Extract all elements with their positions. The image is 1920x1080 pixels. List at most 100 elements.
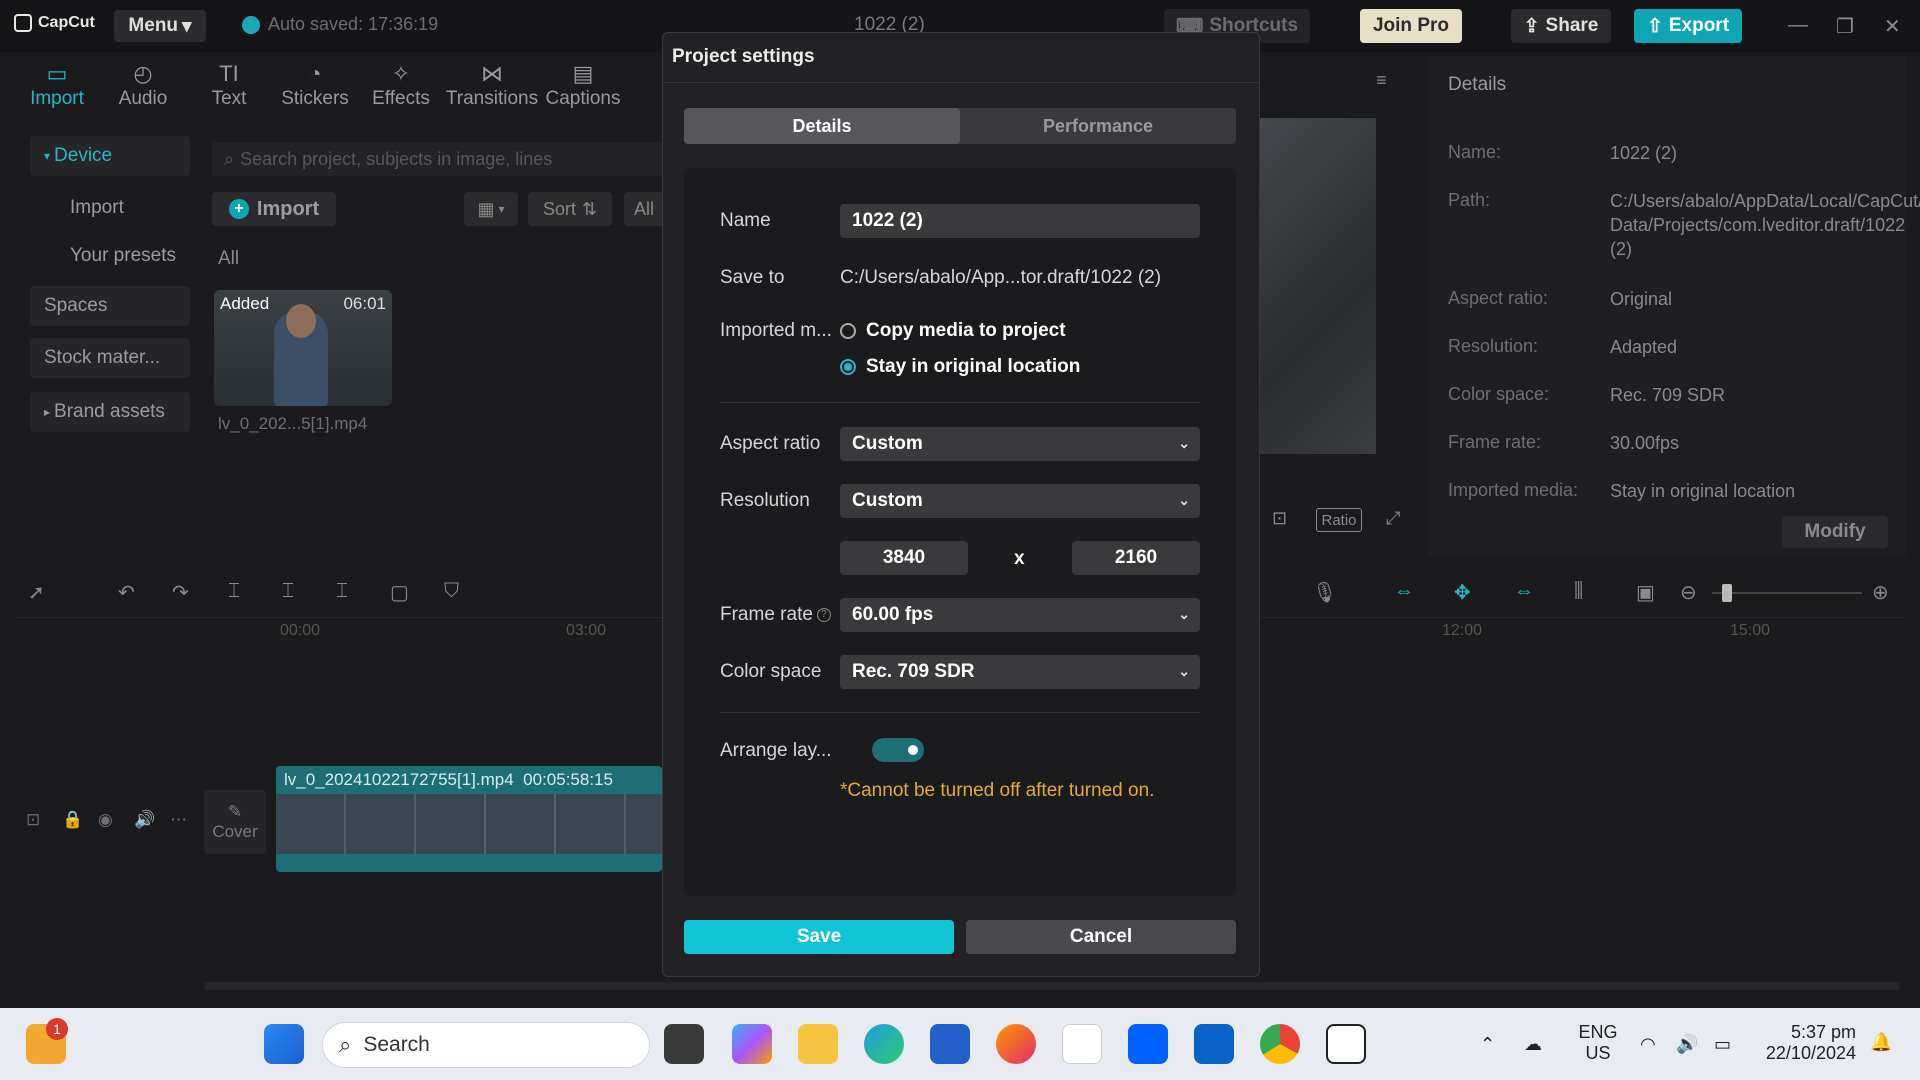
save-to-path[interactable]: C:/Users/abalo/App...tor.draft/1022 (2) — [840, 267, 1161, 289]
windows-start-icon[interactable] — [264, 1024, 304, 1064]
chevron-up-icon[interactable]: ⌃ — [1480, 1034, 1495, 1055]
restore-icon[interactable]: ❐ — [1836, 14, 1854, 39]
sidebar-item-presets[interactable]: Your presets — [30, 236, 190, 276]
tool-stickers[interactable]: ◔ Stickers — [272, 56, 358, 116]
track-add-icon[interactable]: ⊡ — [26, 810, 40, 830]
tool-effects[interactable]: ✧ Effects — [358, 56, 444, 116]
delete-icon[interactable]: ▢ — [390, 580, 409, 605]
cover-button[interactable]: ✎ Cover — [204, 790, 266, 854]
onedrive-icon[interactable]: ☁ — [1524, 1034, 1542, 1055]
bell-icon[interactable]: 🔔 — [1870, 1032, 1892, 1053]
import-button[interactable]: + Import — [212, 192, 336, 226]
shield-icon[interactable]: ⛉ — [444, 580, 459, 603]
media-thumbnail[interactable]: Added 06:01 — [214, 290, 392, 406]
firefox-icon[interactable] — [996, 1024, 1036, 1064]
resolution-height-input[interactable]: 2160 — [1072, 541, 1200, 575]
chevron-down-icon: ⌄ — [1178, 663, 1190, 679]
color-space-select[interactable]: Rec. 709 SDR ⌄ — [840, 655, 1200, 689]
trim-right-icon[interactable]: ⌶ — [336, 580, 348, 603]
undo-icon[interactable]: ↶ — [118, 580, 135, 605]
copy-media-radio[interactable]: Copy media to project — [840, 320, 1066, 342]
view-toggle-button[interactable]: ▦ ▾ — [464, 192, 518, 226]
tool-import[interactable]: ▭ Import — [14, 56, 100, 116]
task-view-icon[interactable] — [664, 1024, 704, 1064]
preview-axis-icon[interactable]: ⇔ — [1514, 580, 1534, 603]
info-icon[interactable]: ? — [816, 607, 831, 622]
zoom-fit-icon[interactable]: ⊡ — [1272, 508, 1287, 529]
name-input[interactable]: 1022 (2) — [840, 204, 1200, 238]
tab-performance[interactable]: Performance — [960, 108, 1236, 144]
sidebar-item-import[interactable]: Import — [30, 188, 190, 228]
language-indicator[interactable]: ENG US — [1578, 1022, 1618, 1064]
tab-details[interactable]: Details — [684, 108, 960, 144]
battery-icon[interactable]: ▭ — [1714, 1034, 1731, 1055]
fullscreen-icon[interactable]: ⤢ — [1386, 508, 1400, 529]
lock-icon[interactable]: 🔒 — [62, 810, 83, 830]
radio-label: Copy media to project — [866, 320, 1066, 341]
store-icon[interactable] — [930, 1024, 970, 1064]
details-label: Resolution: — [1448, 336, 1539, 356]
aspect-ratio-select[interactable]: Custom ⌄ — [840, 427, 1200, 461]
split-view-icon[interactable]: ⫼ — [1574, 580, 1583, 603]
close-icon[interactable]: ✕ — [1884, 14, 1901, 39]
sidebar-item-spaces[interactable]: Spaces — [30, 286, 190, 326]
amazon-icon[interactable] — [1062, 1024, 1102, 1064]
sidebar-item-device[interactable]: ▾ Device — [30, 136, 190, 176]
volume-icon[interactable]: 🔊 — [134, 810, 155, 830]
file-explorer-icon[interactable] — [798, 1024, 838, 1064]
microphone-icon[interactable]: 🎙 — [1312, 580, 1337, 605]
share-button[interactable]: ⇪ Share — [1511, 9, 1611, 43]
resolution-width-input[interactable]: 3840 — [840, 541, 968, 575]
tool-captions[interactable]: ▤ Captions — [540, 56, 626, 116]
tool-transitions[interactable]: ⋈ Transitions — [444, 56, 540, 116]
resolution-select[interactable]: Custom ⌄ — [840, 484, 1200, 518]
timeline-clip[interactable]: lv_0_20241022172755[1].mp4 00:05:58:15 — [276, 766, 662, 872]
dropbox-icon[interactable] — [1128, 1024, 1168, 1064]
snap-icon[interactable]: ✥ — [1454, 580, 1471, 605]
edge-icon[interactable] — [864, 1024, 904, 1064]
chrome-icon[interactable] — [1260, 1024, 1300, 1064]
select-tool-icon[interactable]: ➚ — [28, 580, 45, 605]
sidebar-item-stock[interactable]: Stock mater... — [30, 338, 190, 378]
export-button[interactable]: ⇧ Export — [1634, 9, 1742, 43]
screen-icon[interactable]: ▣ — [1636, 580, 1655, 605]
outlook-icon[interactable] — [1194, 1024, 1234, 1064]
modify-button[interactable]: Modify — [1782, 516, 1888, 548]
sidebar-item-brand-assets[interactable]: ▸ Brand assets — [30, 392, 190, 432]
ratio-button[interactable]: Ratio — [1316, 508, 1362, 532]
copilot-icon[interactable] — [732, 1024, 772, 1064]
redo-icon[interactable]: ↷ — [172, 580, 189, 605]
trim-left-icon[interactable]: ⌶ — [282, 580, 294, 603]
video-preview[interactable] — [1258, 118, 1376, 454]
eye-icon[interactable]: ◉ — [98, 810, 113, 830]
save-button[interactable]: Save — [684, 920, 954, 954]
sort-button[interactable]: Sort ⇅ — [528, 192, 612, 226]
link-clips-icon[interactable]: ⇔ — [1394, 580, 1414, 603]
zoom-out-icon[interactable]: ⊖ — [1680, 580, 1697, 605]
speaker-icon[interactable]: 🔊 — [1676, 1034, 1698, 1055]
arrange-layers-toggle[interactable] — [872, 738, 924, 762]
wifi-icon[interactable]: ◠ — [1640, 1034, 1656, 1055]
details-value: Stay in original location — [1610, 481, 1796, 501]
zoom-slider-handle[interactable] — [1722, 584, 1732, 602]
menu-button[interactable]: Menu ▾ — [114, 10, 206, 42]
split-icon[interactable]: ⌶ — [228, 580, 240, 603]
taskbar-search[interactable]: ⌕ Search — [322, 1022, 650, 1068]
stay-original-radio[interactable]: Stay in original location — [840, 356, 1080, 378]
filter-all-button[interactable]: All — [624, 192, 664, 226]
frame-rate-select[interactable]: 60.00 fps ⌄ — [840, 598, 1200, 632]
details-value: 30.00fps — [1610, 433, 1680, 453]
capcut-taskbar-icon[interactable] — [1326, 1024, 1366, 1064]
media-search-input[interactable]: ⌕ Search project, subjects in image, line… — [212, 142, 672, 176]
zoom-slider[interactable] — [1712, 592, 1862, 594]
zoom-in-icon[interactable]: ⊕ — [1872, 580, 1889, 605]
timeline-scrollbar[interactable] — [204, 982, 1900, 990]
tool-audio[interactable]: ◴ Audio — [100, 56, 186, 116]
join-pro-button[interactable]: Join Pro — [1360, 9, 1462, 43]
minimize-icon[interactable]: — — [1788, 14, 1808, 37]
more-icon[interactable]: ⋯ — [170, 810, 187, 830]
hamburger-icon[interactable]: ≡ — [1376, 70, 1387, 91]
clock[interactable]: 5:37 pm 22/10/2024 — [1760, 1022, 1856, 1064]
cancel-button[interactable]: Cancel — [966, 920, 1236, 954]
tool-text[interactable]: TI Text — [186, 56, 272, 116]
